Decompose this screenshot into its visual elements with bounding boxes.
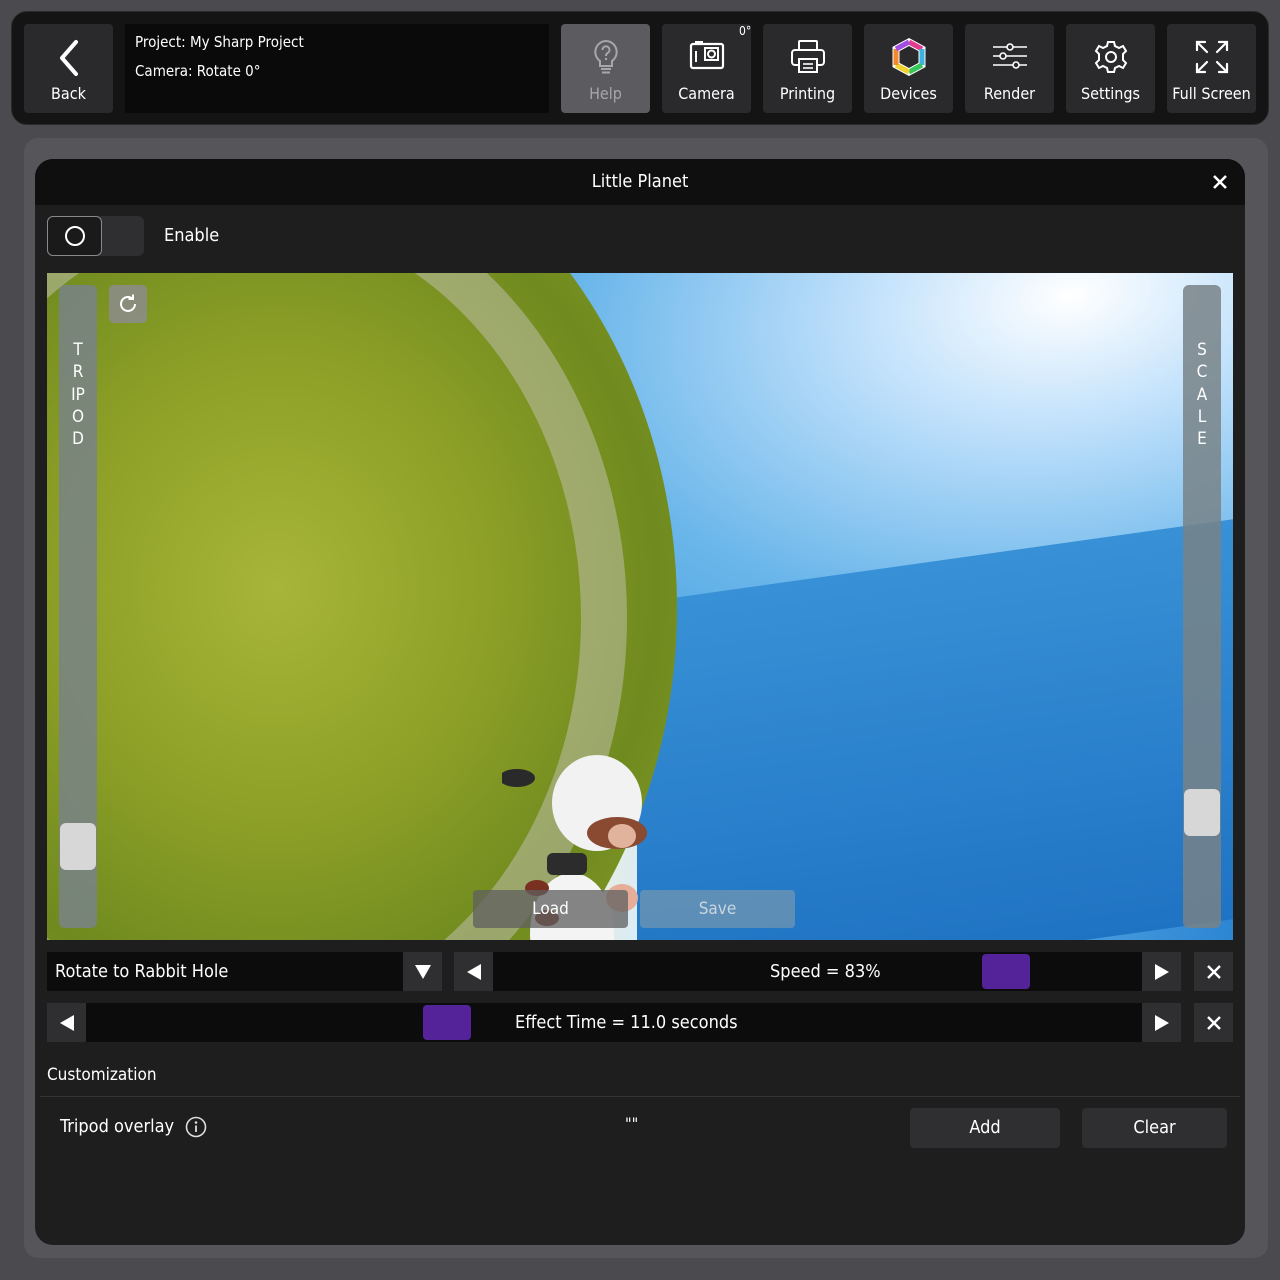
project-name: Project: My Sharp Project xyxy=(135,33,304,51)
effect-select[interactable]: Rotate to Rabbit Hole xyxy=(47,952,442,991)
tripod-overlay-value: "" xyxy=(625,1114,639,1133)
dialog-title: Little Planet xyxy=(591,171,689,192)
tripod-slider-thumb[interactable] xyxy=(60,823,96,870)
add-overlay-button[interactable]: Add xyxy=(910,1108,1060,1148)
expand-icon xyxy=(1195,40,1228,74)
settings-button[interactable]: Settings xyxy=(1066,24,1155,113)
reset-view-button[interactable] xyxy=(109,285,147,323)
effect-time-slider-thumb[interactable] xyxy=(423,1005,471,1040)
help-button[interactable]: Help xyxy=(561,24,650,113)
speed-reset-button[interactable] xyxy=(1194,952,1233,991)
lightbulb-question-icon xyxy=(593,39,618,74)
triangle-down-icon xyxy=(414,964,431,979)
devices-label: Devices xyxy=(880,84,937,103)
little-planet-dialog: Little Planet Enable TRIPOD SCALE Load S… xyxy=(35,159,1245,1245)
top-toolbar: Back Project: My Sharp Project Camera: R… xyxy=(11,11,1269,125)
triangle-left-icon xyxy=(466,963,481,980)
effect-select-toggle[interactable] xyxy=(403,952,442,991)
gear-icon xyxy=(1094,41,1127,73)
help-label: Help xyxy=(589,84,622,103)
speed-slider[interactable]: Speed = 83% xyxy=(454,952,1181,991)
refresh-icon xyxy=(120,294,136,312)
toggle-off-circle-icon xyxy=(64,226,85,246)
printing-button[interactable]: Printing xyxy=(763,24,852,113)
close-icon xyxy=(1206,1015,1221,1030)
clear-overlay-button[interactable]: Clear xyxy=(1082,1108,1227,1148)
enable-toggle[interactable] xyxy=(47,216,144,256)
back-button[interactable]: Back xyxy=(24,24,113,113)
speed-decrease-button[interactable] xyxy=(454,952,493,991)
project-info: Project: My Sharp Project Camera: Rotate… xyxy=(125,24,549,113)
tripod-label-text: TRIPOD xyxy=(71,340,85,450)
load-button[interactable]: Load xyxy=(473,890,628,928)
effect-time-label: Effect Time = 11.0 seconds xyxy=(515,1012,738,1033)
speed-label: Speed = 83% xyxy=(770,961,881,982)
save-button[interactable]: Save xyxy=(640,890,795,928)
effect-time-decrease-button[interactable] xyxy=(47,1003,86,1042)
speed-increase-button[interactable] xyxy=(1142,952,1181,991)
camera-status: Camera: Rotate 0° xyxy=(135,62,261,80)
render-label: Render xyxy=(983,84,1036,103)
camera-rotation-badge: 0° xyxy=(739,24,752,38)
fullscreen-label: Full Screen xyxy=(1172,84,1251,103)
speed-slider-thumb[interactable] xyxy=(982,954,1030,989)
camera-label: Camera xyxy=(678,84,735,103)
effect-time-slider[interactable]: Effect Time = 11.0 seconds xyxy=(47,1003,1181,1042)
devices-button[interactable]: Devices xyxy=(864,24,953,113)
scale-slider[interactable]: SCALE xyxy=(1183,285,1221,928)
tripod-slider-label: TRIPOD xyxy=(59,339,97,450)
scale-slider-thumb[interactable] xyxy=(1184,789,1220,836)
settings-label: Settings xyxy=(1080,84,1141,103)
fullscreen-button[interactable]: Full Screen xyxy=(1167,24,1256,113)
back-label: Back xyxy=(51,84,86,103)
triangle-right-icon xyxy=(1154,1014,1169,1031)
printing-label: Printing xyxy=(779,84,836,103)
scale-slider-label: SCALE xyxy=(1183,339,1221,450)
section-divider xyxy=(40,1096,1240,1097)
scale-label-text: SCALE xyxy=(1196,340,1208,450)
effect-time-reset-button[interactable] xyxy=(1194,1003,1233,1042)
chevron-left-icon xyxy=(59,40,78,76)
dialog-header: Little Planet xyxy=(35,159,1245,205)
triangle-left-icon xyxy=(59,1014,74,1031)
close-icon xyxy=(1213,175,1227,189)
devices-ring-icon xyxy=(892,38,925,76)
render-button[interactable]: Render xyxy=(965,24,1054,113)
triangle-right-icon xyxy=(1154,963,1169,980)
toggle-knob xyxy=(47,216,102,256)
sliders-icon xyxy=(992,43,1027,69)
effect-select-value: Rotate to Rabbit Hole xyxy=(55,961,229,982)
enable-label: Enable xyxy=(164,225,220,246)
little-planet-preview[interactable]: TRIPOD SCALE Load Save xyxy=(47,273,1233,940)
camera-icon xyxy=(689,41,724,70)
camera-button[interactable]: Camera xyxy=(662,24,751,113)
info-icon[interactable] xyxy=(185,1116,207,1138)
tripod-overlay-label: Tripod overlay xyxy=(60,1116,175,1137)
tripod-slider[interactable]: TRIPOD xyxy=(59,285,97,928)
customization-title: Customization xyxy=(47,1065,157,1085)
close-button[interactable] xyxy=(1207,169,1233,195)
effect-time-increase-button[interactable] xyxy=(1142,1003,1181,1042)
printer-icon xyxy=(790,40,825,73)
close-icon xyxy=(1206,964,1221,979)
